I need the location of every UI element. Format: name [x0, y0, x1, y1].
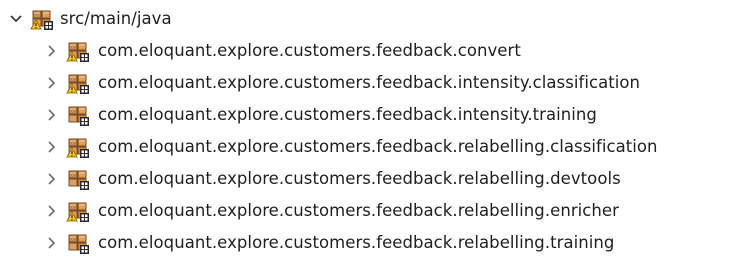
- package-icon: [66, 103, 92, 127]
- tree-node-label: com.eloquant.explore.customers.feedback.…: [98, 169, 621, 188]
- chevron-right-icon[interactable]: [44, 75, 60, 91]
- package-warning-icon: [66, 71, 92, 95]
- chevron-right-icon[interactable]: [44, 171, 60, 187]
- chevron-right-icon[interactable]: [44, 107, 60, 123]
- package-warning-icon: [66, 135, 92, 159]
- package-warning-icon: [66, 39, 92, 63]
- chevron-right-icon[interactable]: [44, 235, 60, 251]
- tree-node-label: com.eloquant.explore.customers.feedback.…: [98, 233, 615, 252]
- source-folder-packages-icon: [30, 7, 56, 31]
- tree-node-package[interactable]: com.eloquant.explore.customers.feedback.…: [44, 131, 658, 163]
- tree-node-package[interactable]: com.eloquant.explore.customers.feedback.…: [44, 195, 619, 227]
- chevron-right-icon[interactable]: [44, 203, 60, 219]
- tree-node-package[interactable]: com.eloquant.explore.customers.feedback.…: [44, 163, 621, 195]
- package-explorer-tree: src/main/java com.eloquant.explore.custo…: [0, 0, 750, 266]
- tree-node-package[interactable]: com.eloquant.explore.customers.feedback.…: [44, 99, 597, 131]
- package-icon: [66, 231, 92, 255]
- tree-node-label: com.eloquant.explore.customers.feedback.…: [98, 73, 641, 92]
- chevron-right-icon[interactable]: [44, 43, 60, 59]
- chevron-down-icon[interactable]: [8, 11, 24, 27]
- tree-node-label: com.eloquant.explore.customers.feedback.…: [98, 137, 658, 156]
- tree-node-package[interactable]: com.eloquant.explore.customers.feedback.…: [44, 35, 521, 67]
- tree-node-label: src/main/java: [60, 9, 172, 28]
- tree-node-label: com.eloquant.explore.customers.feedback.…: [98, 41, 521, 60]
- tree-node-package[interactable]: com.eloquant.explore.customers.feedback.…: [44, 227, 614, 259]
- package-warning-icon: [66, 199, 92, 223]
- tree-node-label: com.eloquant.explore.customers.feedback.…: [98, 105, 597, 124]
- tree-node-label: com.eloquant.explore.customers.feedback.…: [98, 201, 619, 220]
- tree-node-source-folder[interactable]: src/main/java: [8, 3, 172, 35]
- tree-node-package[interactable]: com.eloquant.explore.customers.feedback.…: [44, 67, 640, 99]
- package-icon: [66, 167, 92, 191]
- chevron-right-icon[interactable]: [44, 139, 60, 155]
